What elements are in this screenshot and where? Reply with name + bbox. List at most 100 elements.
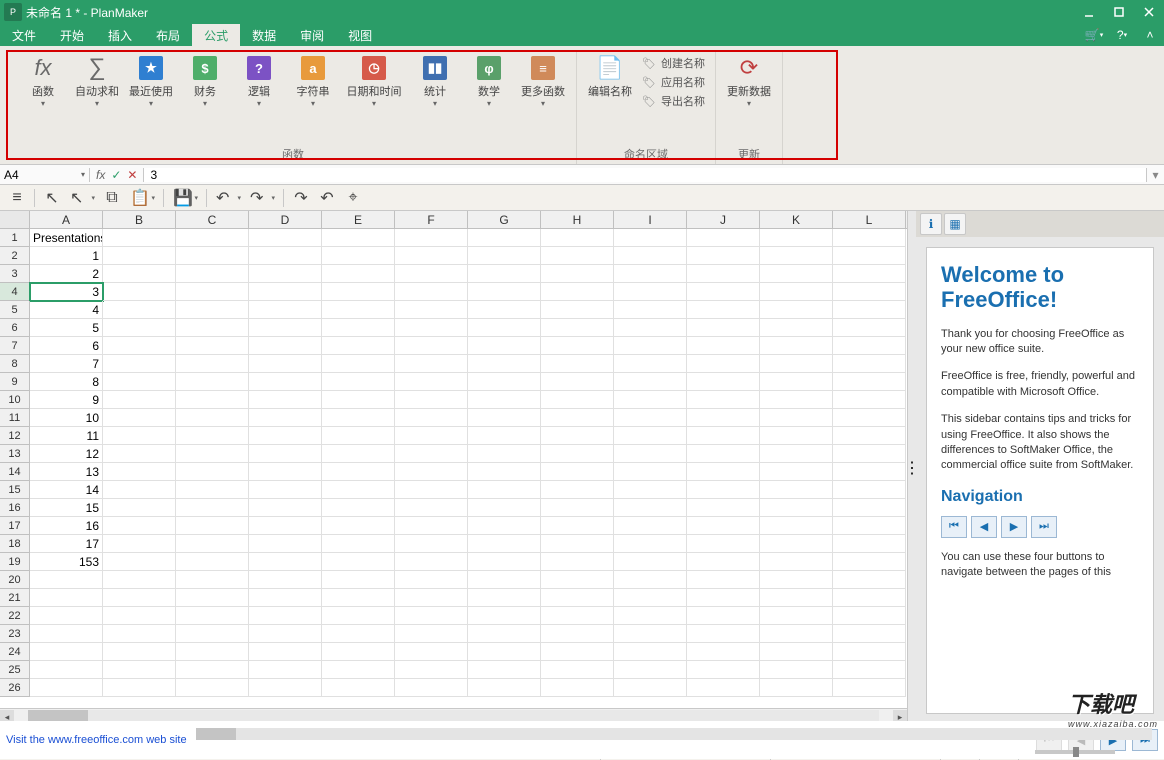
column-header[interactable]: B bbox=[103, 211, 176, 228]
cell[interactable] bbox=[176, 463, 249, 481]
ribbon-编辑名称-button[interactable]: 📄编辑名称 bbox=[583, 52, 637, 99]
cell[interactable] bbox=[687, 445, 760, 463]
cell[interactable] bbox=[176, 535, 249, 553]
cell[interactable] bbox=[322, 319, 395, 337]
cell[interactable] bbox=[103, 445, 176, 463]
row-header[interactable]: 9 bbox=[0, 373, 30, 391]
cell[interactable] bbox=[614, 355, 687, 373]
cell[interactable] bbox=[833, 391, 906, 409]
cell[interactable] bbox=[103, 643, 176, 661]
cell[interactable] bbox=[249, 589, 322, 607]
row-header[interactable]: 6 bbox=[0, 319, 30, 337]
cell[interactable] bbox=[833, 589, 906, 607]
cell[interactable] bbox=[103, 517, 176, 535]
cell[interactable] bbox=[103, 481, 176, 499]
cancel-icon[interactable]: ✕ bbox=[127, 168, 137, 182]
cell[interactable] bbox=[322, 247, 395, 265]
cell[interactable] bbox=[176, 679, 249, 697]
cell[interactable] bbox=[176, 481, 249, 499]
cell[interactable] bbox=[614, 643, 687, 661]
cells-grid[interactable]: 1Presentations21324354657687981091110121… bbox=[0, 229, 907, 708]
cell[interactable] bbox=[395, 445, 468, 463]
cell[interactable] bbox=[322, 571, 395, 589]
cell[interactable] bbox=[614, 625, 687, 643]
cell[interactable] bbox=[249, 283, 322, 301]
info-icon[interactable]: ℹ bbox=[920, 213, 942, 235]
cell[interactable] bbox=[468, 445, 541, 463]
cell[interactable] bbox=[176, 265, 249, 283]
freeoffice-link[interactable]: Visit the www.freeoffice.com web site bbox=[6, 734, 187, 746]
cell[interactable] bbox=[395, 283, 468, 301]
cell[interactable] bbox=[249, 535, 322, 553]
cell[interactable] bbox=[614, 301, 687, 319]
cell[interactable] bbox=[833, 661, 906, 679]
cell[interactable] bbox=[760, 337, 833, 355]
cell[interactable] bbox=[687, 355, 760, 373]
cell[interactable] bbox=[760, 409, 833, 427]
cell[interactable]: 15 bbox=[30, 499, 103, 517]
cell[interactable] bbox=[468, 319, 541, 337]
column-header[interactable]: D bbox=[249, 211, 322, 228]
cell[interactable] bbox=[760, 499, 833, 517]
row-header[interactable]: 13 bbox=[0, 445, 30, 463]
cell[interactable] bbox=[176, 373, 249, 391]
fx-button[interactable]: fx bbox=[96, 168, 105, 182]
cell[interactable] bbox=[468, 265, 541, 283]
cell[interactable] bbox=[249, 355, 322, 373]
menu-tab-开始[interactable]: 开始 bbox=[48, 24, 96, 46]
cell[interactable] bbox=[760, 445, 833, 463]
cell[interactable] bbox=[103, 355, 176, 373]
cell[interactable] bbox=[541, 679, 614, 697]
cell[interactable] bbox=[687, 535, 760, 553]
cell[interactable] bbox=[687, 517, 760, 535]
cell[interactable] bbox=[322, 553, 395, 571]
cell[interactable] bbox=[541, 661, 614, 679]
cell[interactable] bbox=[176, 553, 249, 571]
ribbon-导出名称-button[interactable]: 🏷导出名称 bbox=[637, 92, 709, 110]
cell[interactable] bbox=[760, 463, 833, 481]
cell[interactable] bbox=[760, 391, 833, 409]
cell[interactable] bbox=[103, 535, 176, 553]
cell[interactable] bbox=[322, 517, 395, 535]
cell[interactable] bbox=[833, 499, 906, 517]
cell[interactable]: 5 bbox=[30, 319, 103, 337]
cell[interactable] bbox=[249, 643, 322, 661]
cell[interactable] bbox=[249, 463, 322, 481]
cell[interactable] bbox=[322, 643, 395, 661]
cell[interactable] bbox=[30, 571, 103, 589]
cell[interactable] bbox=[833, 229, 906, 247]
cell[interactable] bbox=[687, 571, 760, 589]
row-header[interactable]: 10 bbox=[0, 391, 30, 409]
cell[interactable] bbox=[176, 499, 249, 517]
cell[interactable] bbox=[30, 589, 103, 607]
cell[interactable] bbox=[468, 337, 541, 355]
row-header[interactable]: 15 bbox=[0, 481, 30, 499]
cell[interactable] bbox=[176, 517, 249, 535]
cell[interactable] bbox=[833, 265, 906, 283]
cell[interactable] bbox=[395, 625, 468, 643]
cell[interactable] bbox=[760, 607, 833, 625]
row-header[interactable]: 8 bbox=[0, 355, 30, 373]
cell[interactable] bbox=[687, 625, 760, 643]
cell[interactable] bbox=[687, 283, 760, 301]
cell[interactable] bbox=[395, 607, 468, 625]
row-header[interactable]: 25 bbox=[0, 661, 30, 679]
ribbon-应用名称-button[interactable]: 🏷应用名称 bbox=[637, 73, 709, 91]
cell[interactable] bbox=[687, 229, 760, 247]
cell[interactable] bbox=[395, 661, 468, 679]
cell[interactable] bbox=[614, 607, 687, 625]
cell[interactable]: Presentations bbox=[30, 229, 103, 247]
cell[interactable] bbox=[687, 391, 760, 409]
cell[interactable] bbox=[760, 355, 833, 373]
cell[interactable]: 9 bbox=[30, 391, 103, 409]
cell[interactable]: 14 bbox=[30, 481, 103, 499]
row-header[interactable]: 20 bbox=[0, 571, 30, 589]
cell[interactable] bbox=[322, 535, 395, 553]
cell[interactable] bbox=[614, 517, 687, 535]
cell[interactable] bbox=[103, 391, 176, 409]
ribbon-函数-button[interactable]: fx函数▾ bbox=[16, 52, 70, 108]
cell[interactable] bbox=[249, 373, 322, 391]
cell[interactable] bbox=[614, 553, 687, 571]
cell[interactable] bbox=[541, 409, 614, 427]
copy-button[interactable]: ⧉ bbox=[101, 187, 123, 209]
